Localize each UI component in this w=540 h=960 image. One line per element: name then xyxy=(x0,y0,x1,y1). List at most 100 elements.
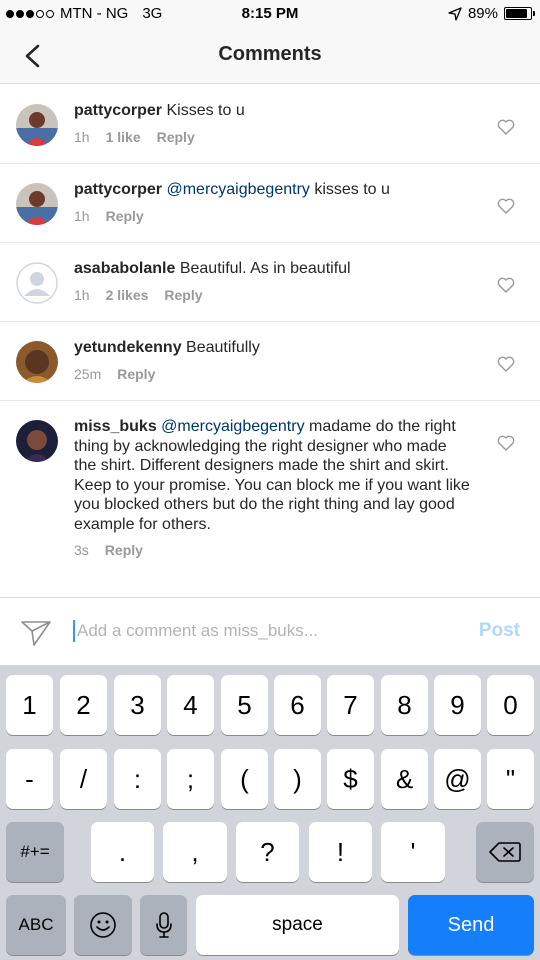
avatar[interactable] xyxy=(16,262,58,304)
comment-body: Beautifully xyxy=(181,339,260,356)
status-right: 89% xyxy=(448,5,535,22)
key-exclamation[interactable]: ! xyxy=(309,822,372,882)
comment-meta: 3s Reply xyxy=(74,542,470,558)
emoji-key[interactable] xyxy=(74,895,132,955)
comment-meta: 1h Reply xyxy=(74,208,470,224)
battery-icon xyxy=(504,7,535,20)
key-7[interactable]: 7 xyxy=(327,675,374,735)
avatar[interactable] xyxy=(16,104,58,146)
key-open-paren[interactable]: ( xyxy=(221,749,268,809)
send-key[interactable]: Send xyxy=(408,895,534,955)
heart-icon[interactable] xyxy=(496,275,516,295)
space-key[interactable]: space xyxy=(196,895,399,955)
comment-username[interactable]: miss_buks xyxy=(74,418,157,435)
keyboard: 1 2 3 4 5 6 7 8 9 0 - / : ; ( ) $ & @ " … xyxy=(0,665,540,960)
key-ampersand[interactable]: & xyxy=(381,749,428,809)
battery-fill xyxy=(506,9,528,18)
comment-text: pattycorper Kisses to u xyxy=(74,101,470,121)
heart-icon[interactable] xyxy=(496,354,516,374)
key-1[interactable]: 1 xyxy=(6,675,53,735)
location-arrow-icon xyxy=(448,6,462,21)
comment-item: asababolanle Beautiful. As in beautiful … xyxy=(0,243,540,322)
delete-key[interactable] xyxy=(476,822,534,882)
key-slash[interactable]: / xyxy=(60,749,107,809)
microphone-icon xyxy=(155,912,172,938)
comment-body: kisses to u xyxy=(309,181,390,198)
comment-input[interactable] xyxy=(77,617,457,645)
key-period[interactable]: . xyxy=(91,822,154,882)
comment-body: madame do the right thing by acknowledgi… xyxy=(74,418,470,533)
text-cursor xyxy=(73,620,75,642)
heart-icon[interactable] xyxy=(496,196,516,216)
key-5[interactable]: 5 xyxy=(221,675,268,735)
comment-text: miss_buks @mercyaigbegentry madame do th… xyxy=(74,417,470,534)
reply-button[interactable]: Reply xyxy=(105,542,143,558)
post-button[interactable]: Post xyxy=(479,620,520,642)
key-colon[interactable]: : xyxy=(114,749,161,809)
heart-icon[interactable] xyxy=(496,117,516,137)
key-dollar[interactable]: $ xyxy=(327,749,374,809)
comment-time: 25m xyxy=(74,365,102,382)
comment-time: 1h xyxy=(74,286,90,303)
default-avatar-icon xyxy=(16,262,58,304)
status-bar: MTN - NG 3G 8:15 PM 89% xyxy=(0,0,540,28)
key-apostrophe[interactable]: ' xyxy=(381,822,445,882)
comment-time: 3s xyxy=(74,542,89,558)
reply-button[interactable]: Reply xyxy=(157,129,195,145)
nav-bar: Comments xyxy=(0,28,540,84)
key-symbols-toggle[interactable]: #+= xyxy=(6,822,64,882)
comment-meta: 1h 2 likes Reply xyxy=(74,287,470,303)
direct-send-icon[interactable] xyxy=(20,616,52,648)
comment-composer: Post xyxy=(0,597,540,665)
avatar[interactable] xyxy=(16,420,58,462)
key-at[interactable]: @ xyxy=(434,749,481,809)
key-2[interactable]: 2 xyxy=(60,675,107,735)
comment-likes[interactable]: 1 like xyxy=(106,129,141,145)
backspace-icon xyxy=(489,842,521,862)
avatar[interactable] xyxy=(16,183,58,225)
comments-list: pattycorper Kisses to u 1h 1 like Reply … xyxy=(0,85,540,597)
key-9[interactable]: 9 xyxy=(434,675,481,735)
comment-text: pattycorper @mercyaigbegentry kisses to … xyxy=(74,180,470,200)
page-title: Comments xyxy=(218,43,322,65)
comment-text: yetundekenny Beautifully xyxy=(74,338,470,358)
comment-body: Kisses to u xyxy=(162,102,245,119)
reply-button[interactable]: Reply xyxy=(164,287,202,303)
key-4[interactable]: 4 xyxy=(167,675,214,735)
comment-item: pattycorper Kisses to u 1h 1 like Reply xyxy=(0,85,540,164)
key-question[interactable]: ? xyxy=(236,822,299,882)
dictation-key[interactable] xyxy=(140,895,187,955)
comment-item: yetundekenny Beautifully 25m Reply xyxy=(0,322,540,401)
comment-meta: 25m Reply xyxy=(74,366,470,382)
comment-username[interactable]: pattycorper xyxy=(74,181,162,198)
comment-username[interactable]: pattycorper xyxy=(74,102,162,119)
comment-body: Beautiful. As in beautiful xyxy=(175,260,351,277)
comment-username[interactable]: yetundekenny xyxy=(74,339,182,356)
reply-button[interactable]: Reply xyxy=(117,366,155,382)
key-8[interactable]: 8 xyxy=(381,675,428,735)
key-3[interactable]: 3 xyxy=(114,675,161,735)
heart-icon[interactable] xyxy=(496,433,516,453)
comment-time: 1h xyxy=(74,207,90,224)
avatar[interactable] xyxy=(16,341,58,383)
comment-likes[interactable]: 2 likes xyxy=(106,287,149,303)
comment-mention[interactable]: @mercyaigbegentry xyxy=(157,418,304,435)
key-semicolon[interactable]: ; xyxy=(167,749,214,809)
key-comma[interactable]: , xyxy=(163,822,227,882)
battery-percent: 89% xyxy=(467,5,498,22)
key-quote[interactable]: " xyxy=(487,749,534,809)
key-abc[interactable]: ABC xyxy=(6,895,66,955)
key-6[interactable]: 6 xyxy=(274,675,321,735)
key-0[interactable]: 0 xyxy=(487,675,534,735)
emoji-icon xyxy=(90,912,116,938)
comment-text: asababolanle Beautiful. As in beautiful xyxy=(74,259,470,279)
reply-button[interactable]: Reply xyxy=(106,208,144,224)
comment-item: pattycorper @mercyaigbegentry kisses to … xyxy=(0,164,540,243)
key-hyphen[interactable]: - xyxy=(6,749,53,809)
comment-mention[interactable]: @mercyaigbegentry xyxy=(162,181,309,198)
comment-meta: 1h 1 like Reply xyxy=(74,129,470,145)
comment-username[interactable]: asababolanle xyxy=(74,260,175,277)
comment-item: miss_buks @mercyaigbegentry madame do th… xyxy=(0,401,540,597)
key-close-paren[interactable]: ) xyxy=(274,749,321,809)
comment-time: 1h xyxy=(74,128,90,145)
